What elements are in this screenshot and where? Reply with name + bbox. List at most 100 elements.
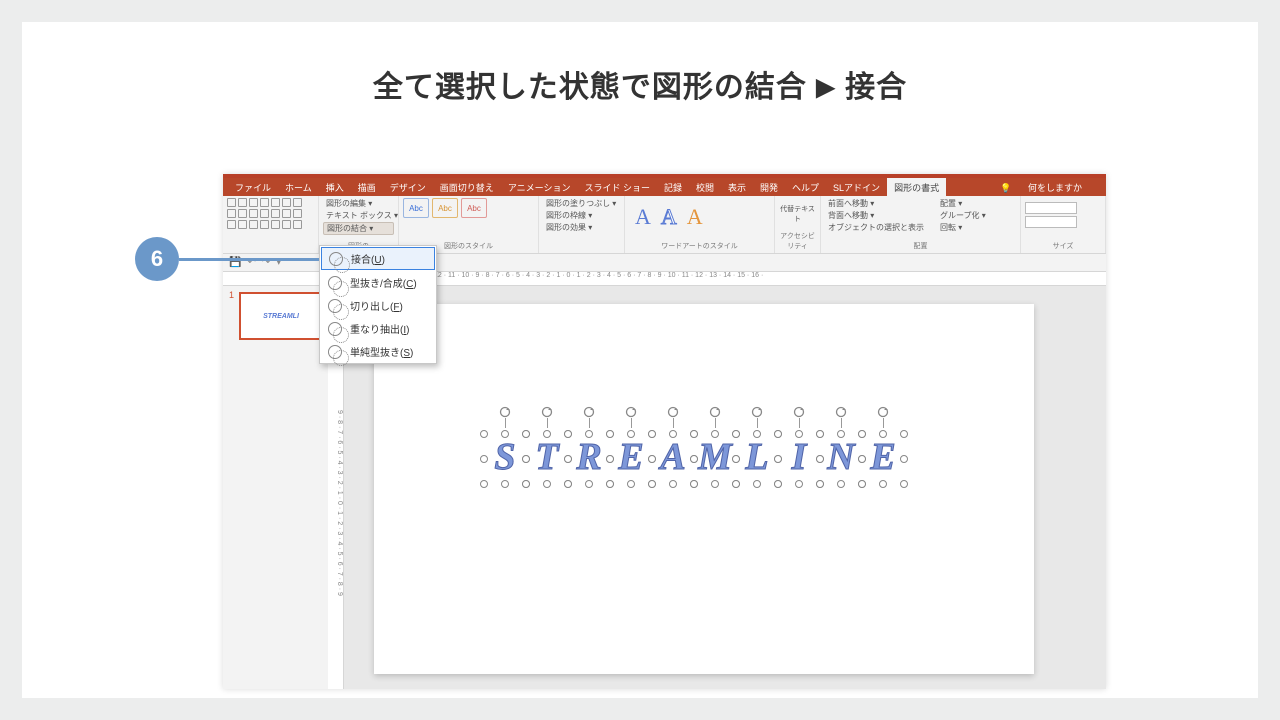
selection-handle[interactable] xyxy=(480,455,488,463)
selection-handle[interactable] xyxy=(900,480,908,488)
tab-developer[interactable]: 開発 xyxy=(753,178,785,197)
selection-handle[interactable] xyxy=(753,430,761,438)
rotation-handle-icon[interactable] xyxy=(793,406,805,418)
tab-transitions[interactable]: 画面切り替え xyxy=(433,178,501,197)
textbox-button[interactable]: テキスト ボックス ▾ xyxy=(323,210,394,221)
letter-shape[interactable]: E xyxy=(610,434,652,484)
selection-handle[interactable] xyxy=(900,430,908,438)
height-input[interactable] xyxy=(1025,202,1077,214)
letter-shape[interactable]: I xyxy=(778,434,820,484)
selection-handle[interactable] xyxy=(900,455,908,463)
wordart-preset-3[interactable]: A xyxy=(687,204,703,230)
selection-handle[interactable] xyxy=(669,430,677,438)
menu-item-union[interactable]: 接合(U) xyxy=(321,247,435,270)
selection-handle[interactable] xyxy=(711,430,719,438)
tab-file[interactable]: ファイル xyxy=(228,178,278,197)
letter-shape[interactable]: T xyxy=(526,434,568,484)
tab-draw[interactable]: 描画 xyxy=(351,178,383,197)
style-preset-3[interactable]: Abc xyxy=(461,198,487,218)
selection-handle[interactable] xyxy=(627,480,635,488)
selection-handle[interactable] xyxy=(606,430,614,438)
selection-handle[interactable] xyxy=(879,430,887,438)
shape-effects-button[interactable]: 図形の効果 ▾ xyxy=(543,222,620,233)
selection-handle[interactable] xyxy=(627,430,635,438)
selection-handle[interactable] xyxy=(858,430,866,438)
rotation-handle-icon[interactable] xyxy=(499,406,511,418)
selection-pane-button[interactable]: オブジェクトの選択と表示 xyxy=(825,222,927,233)
tab-animations[interactable]: アニメーション xyxy=(501,178,578,197)
selection-handle[interactable] xyxy=(606,480,614,488)
letter-shape[interactable]: M xyxy=(694,434,736,484)
selection-handle[interactable] xyxy=(837,430,845,438)
selection-handle[interactable] xyxy=(543,480,551,488)
selection-handle[interactable] xyxy=(816,455,824,463)
selection-handle[interactable] xyxy=(753,480,761,488)
group-button[interactable]: グループ化 ▾ xyxy=(937,210,989,221)
tell-me[interactable]: 💡 何をしますか xyxy=(986,178,1096,197)
letter-shape[interactable]: L xyxy=(736,434,778,484)
style-preset-2[interactable]: Abc xyxy=(432,198,458,218)
selection-handle[interactable] xyxy=(522,455,530,463)
slide-thumbnail-1[interactable]: STREAMLI xyxy=(239,292,323,340)
selection-handle[interactable] xyxy=(564,430,572,438)
menu-item-combine[interactable]: 型抜き/合成(C) xyxy=(320,271,436,294)
merge-shapes-button[interactable]: 図形の結合 ▾ xyxy=(323,222,394,235)
menu-item-subtract[interactable]: 単純型抜き(S) xyxy=(320,340,436,363)
letter-shape[interactable]: N xyxy=(820,434,862,484)
selection-handle[interactable] xyxy=(837,480,845,488)
selection-handle[interactable] xyxy=(564,480,572,488)
canvas-scroll-area[interactable]: STREAMLINE xyxy=(344,286,1106,689)
selection-handle[interactable] xyxy=(606,455,614,463)
style-preset-1[interactable]: Abc xyxy=(403,198,429,218)
selection-handle[interactable] xyxy=(858,480,866,488)
tab-review[interactable]: 校閲 xyxy=(689,178,721,197)
edit-shape-button[interactable]: 図形の編集 ▾ xyxy=(323,198,394,209)
letter-shape[interactable]: E xyxy=(862,434,904,484)
selection-handle[interactable] xyxy=(522,480,530,488)
menu-item-intersect[interactable]: 重なり抽出(I) xyxy=(320,317,436,340)
rotation-handle-icon[interactable] xyxy=(835,406,847,418)
selection-handle[interactable] xyxy=(774,455,782,463)
selection-handle[interactable] xyxy=(711,480,719,488)
wordart-preset-2[interactable]: A xyxy=(661,204,677,230)
selection-handle[interactable] xyxy=(795,430,803,438)
selection-handle[interactable] xyxy=(690,480,698,488)
selection-handle[interactable] xyxy=(501,430,509,438)
selection-handle[interactable] xyxy=(648,430,656,438)
letter-shape[interactable]: S xyxy=(484,434,526,484)
selection-handle[interactable] xyxy=(648,455,656,463)
tab-home[interactable]: ホーム xyxy=(278,178,319,197)
selection-handle[interactable] xyxy=(732,480,740,488)
shape-outline-button[interactable]: 図形の枠線 ▾ xyxy=(543,210,620,221)
rotation-handle-icon[interactable] xyxy=(583,406,595,418)
shape-fill-button[interactable]: 図形の塗りつぶし ▾ xyxy=(543,198,620,209)
rotation-handle-icon[interactable] xyxy=(709,406,721,418)
tab-sladdin[interactable]: SLアドイン xyxy=(826,178,887,197)
selection-handle[interactable] xyxy=(543,430,551,438)
tab-slideshow[interactable]: スライド ショー xyxy=(577,178,657,197)
selection-handle[interactable] xyxy=(732,430,740,438)
selected-text-shapes[interactable]: STREAMLINE xyxy=(484,434,904,484)
align-button[interactable]: 配置 ▾ xyxy=(937,198,989,209)
selection-handle[interactable] xyxy=(816,430,824,438)
tab-view[interactable]: 表示 xyxy=(721,178,753,197)
rotation-handle-icon[interactable] xyxy=(751,406,763,418)
menu-item-fragment[interactable]: 切り出し(F) xyxy=(320,294,436,317)
letter-shape[interactable]: R xyxy=(568,434,610,484)
width-input[interactable] xyxy=(1025,216,1077,228)
rotation-handle-icon[interactable] xyxy=(877,406,889,418)
wordart-preset-1[interactable]: A xyxy=(635,204,651,230)
shapes-gallery[interactable] xyxy=(227,198,307,230)
selection-handle[interactable] xyxy=(690,455,698,463)
bring-forward-button[interactable]: 前面へ移動 ▾ xyxy=(825,198,927,209)
rotation-handle-icon[interactable] xyxy=(541,406,553,418)
selection-handle[interactable] xyxy=(501,480,509,488)
tab-help[interactable]: ヘルプ xyxy=(785,178,826,197)
rotation-handle-icon[interactable] xyxy=(625,406,637,418)
selection-handle[interactable] xyxy=(690,430,698,438)
selection-handle[interactable] xyxy=(774,430,782,438)
selection-handle[interactable] xyxy=(774,480,782,488)
alt-text-button[interactable]: 代替テキスト xyxy=(779,198,816,224)
selection-handle[interactable] xyxy=(480,430,488,438)
send-backward-button[interactable]: 背面へ移動 ▾ xyxy=(825,210,927,221)
